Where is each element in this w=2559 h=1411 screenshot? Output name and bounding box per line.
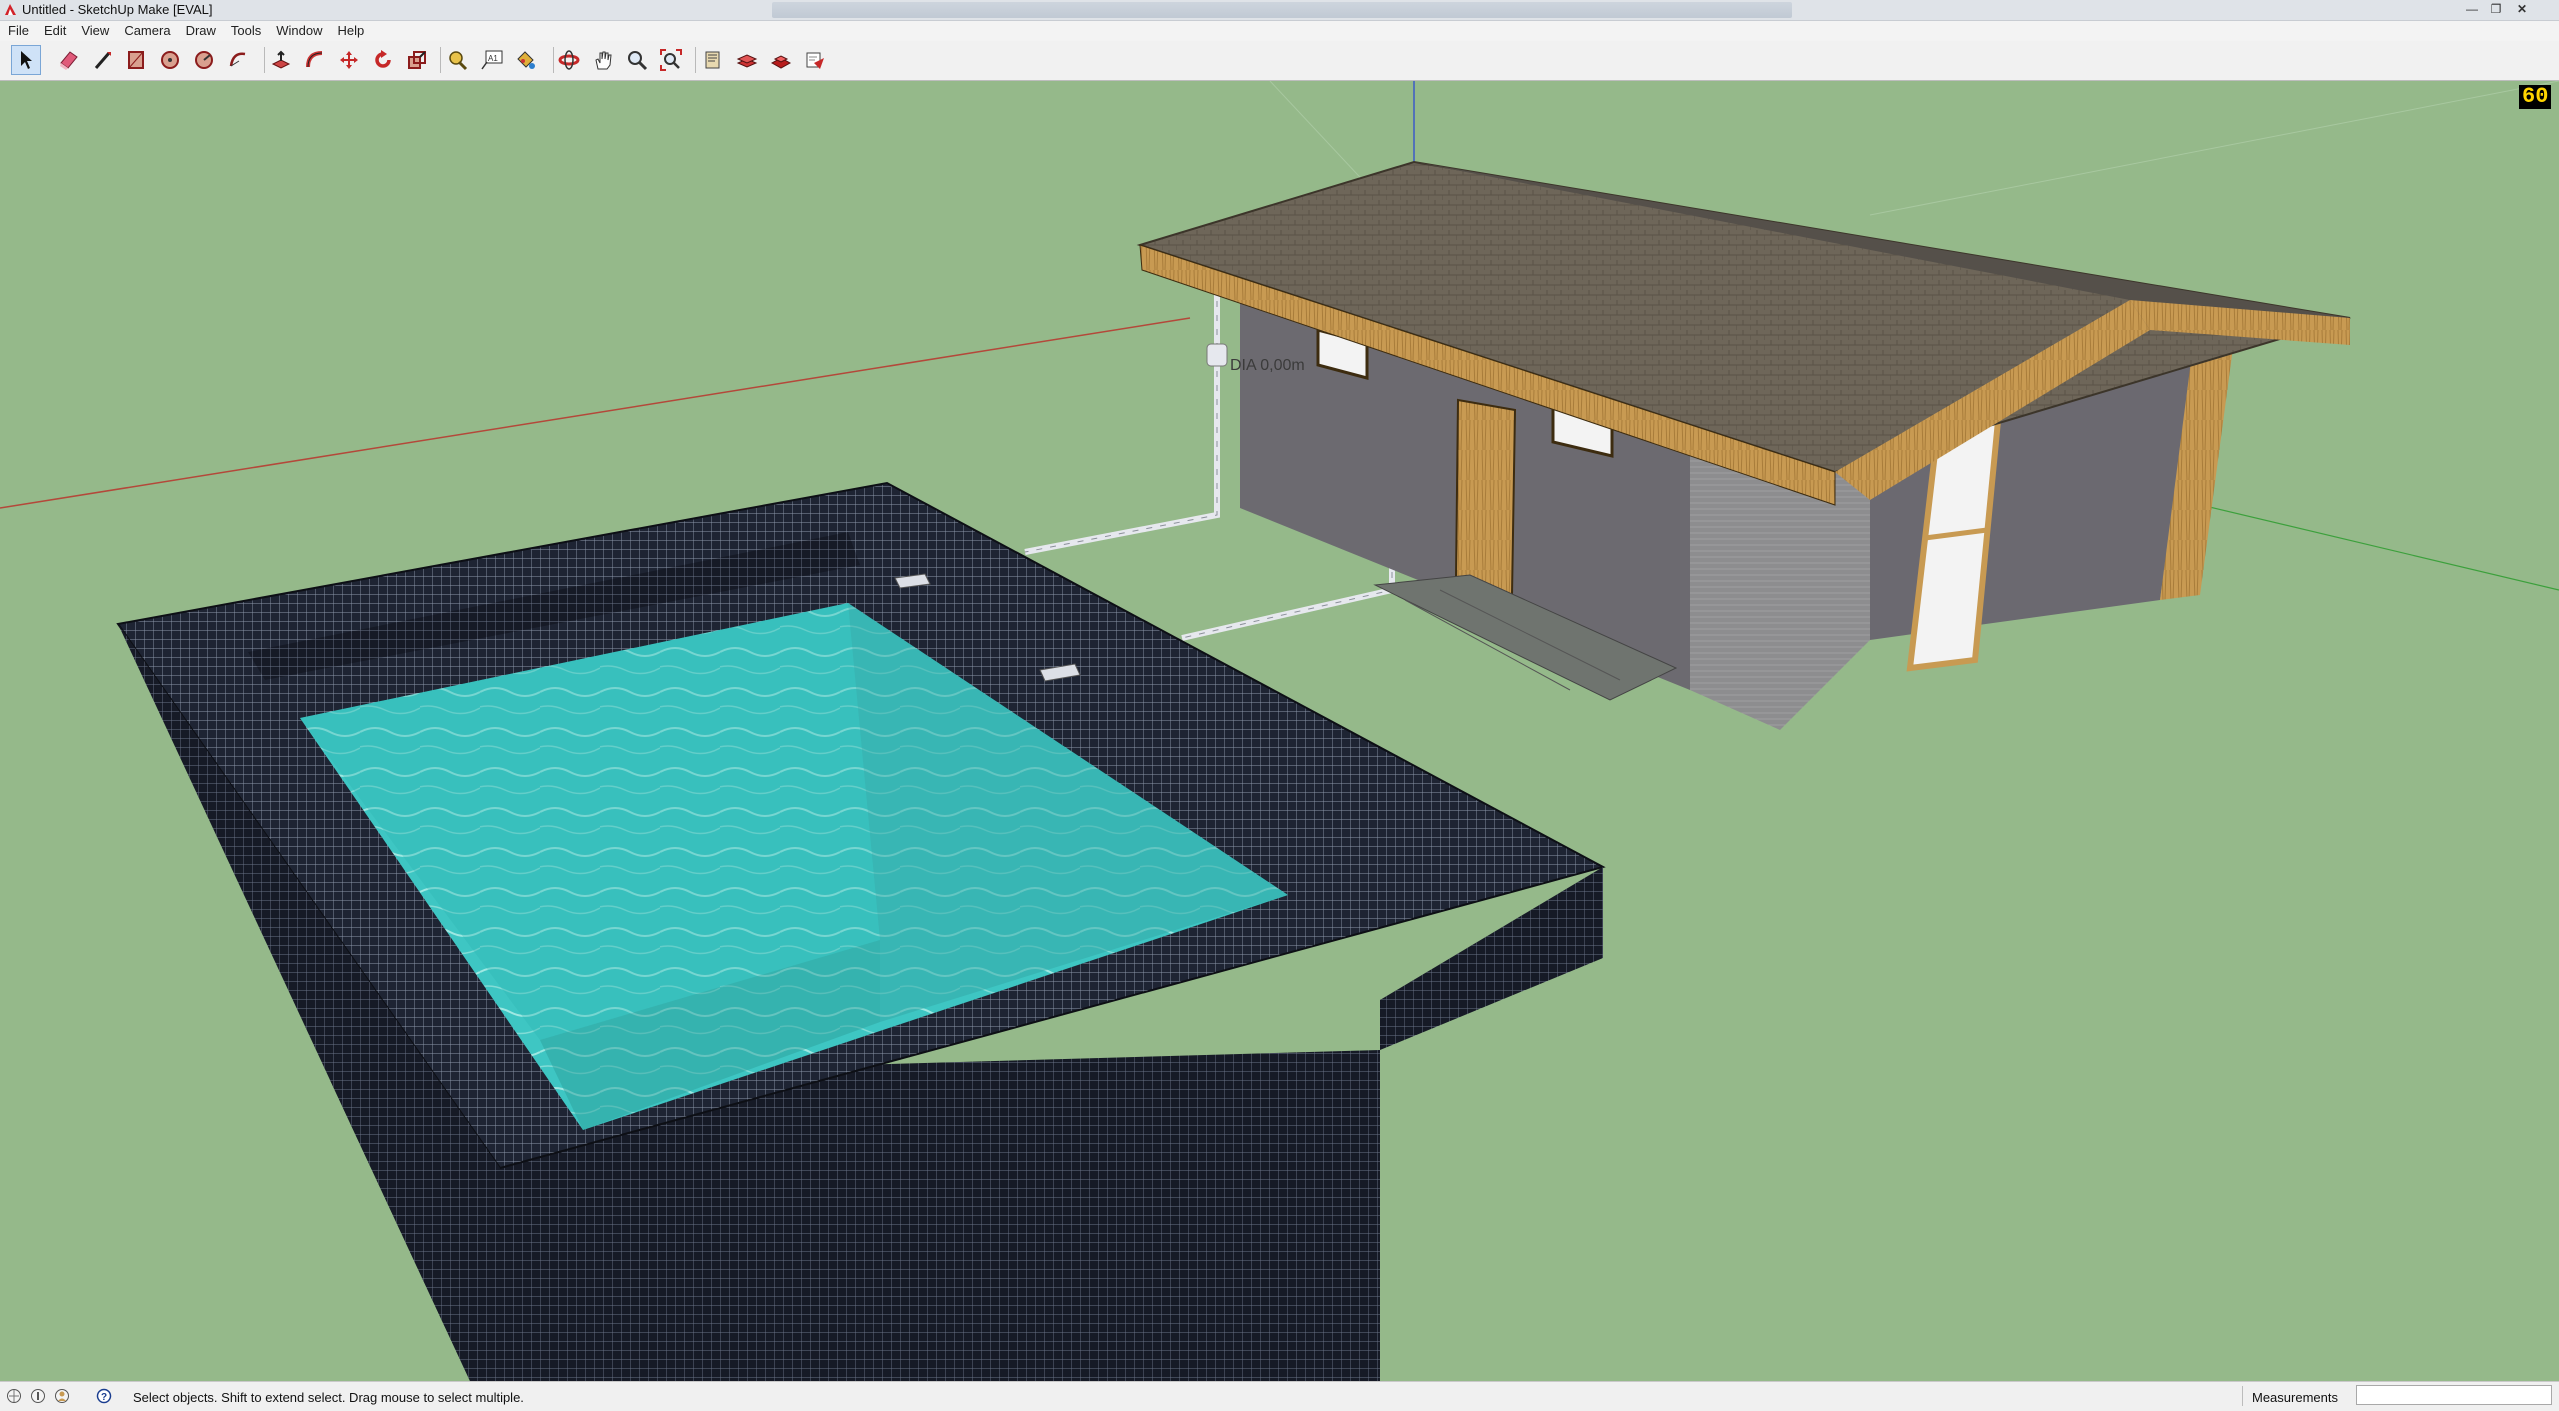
toolbar-separator xyxy=(264,47,265,73)
menu-window[interactable]: Window xyxy=(268,21,329,41)
status-message: Select objects. Shift to extend select. … xyxy=(133,1390,524,1405)
zoom-tool-icon[interactable] xyxy=(622,45,652,75)
status-bar: ? Select objects. Shift to extend select… xyxy=(0,1381,2559,1411)
toolbar-separator xyxy=(695,47,696,73)
getting-started-toolbar: A1 xyxy=(0,41,2559,81)
rotate-tool-icon[interactable] xyxy=(368,45,398,75)
menu-tools[interactable]: Tools xyxy=(223,21,268,41)
toolbar-separator xyxy=(440,47,441,73)
eraser-tool-icon[interactable] xyxy=(54,45,84,75)
line-tool-icon[interactable] xyxy=(88,45,118,75)
geo-location-icon[interactable] xyxy=(6,1388,22,1404)
sketchup-logo-icon xyxy=(5,4,16,15)
svg-text:A1: A1 xyxy=(488,54,498,63)
minimize-icon[interactable]: — xyxy=(2462,2,2482,16)
text-tool-icon[interactable]: A1 xyxy=(477,45,507,75)
select-tool-icon[interactable] xyxy=(11,45,41,75)
measurements-input[interactable] xyxy=(2356,1385,2552,1405)
pan-tool-icon[interactable] xyxy=(588,45,618,75)
circle-tool-icon[interactable] xyxy=(155,45,185,75)
menu-help[interactable]: Help xyxy=(330,21,372,41)
tape-measure-tool-icon[interactable] xyxy=(443,45,473,75)
svg-text:?: ? xyxy=(101,1392,107,1403)
send-to-layout-icon[interactable] xyxy=(800,45,830,75)
zoom-extents-tool-icon[interactable] xyxy=(656,45,686,75)
scene-drawing xyxy=(0,81,2559,1381)
share-model-icon[interactable] xyxy=(766,45,796,75)
follow-me-tool-icon[interactable] xyxy=(300,45,330,75)
rectangle-tool-icon[interactable] xyxy=(121,45,151,75)
paint-bucket-tool-icon[interactable] xyxy=(511,45,541,75)
instructor-help-icon[interactable]: ? xyxy=(96,1388,112,1404)
extension-warehouse-icon[interactable] xyxy=(732,45,762,75)
fps-counter: 60 xyxy=(2519,85,2552,109)
menu-edit[interactable]: Edit xyxy=(36,21,73,41)
credits-icon[interactable] xyxy=(30,1388,46,1404)
menu-draw[interactable]: Draw xyxy=(178,21,223,41)
house xyxy=(1136,160,2351,730)
push-pull-tool-icon[interactable] xyxy=(266,45,296,75)
move-tool-icon[interactable] xyxy=(334,45,364,75)
menu-camera[interactable]: Camera xyxy=(116,21,177,41)
menu-file[interactable]: File xyxy=(0,21,36,41)
close-icon[interactable]: ✕ xyxy=(2512,2,2532,16)
arc-2-tool-icon[interactable] xyxy=(223,45,253,75)
3d-warehouse-icon[interactable] xyxy=(698,45,728,75)
pool xyxy=(116,481,1606,1381)
dimension-label: DIA 0,00m xyxy=(1230,357,1305,374)
measurements-label: Measurements xyxy=(2252,1390,2338,1405)
orbit-tool-icon[interactable] xyxy=(554,45,584,75)
title-bar: Untitled - SketchUp Make [EVAL] — ❐ ✕ xyxy=(0,0,2559,21)
menu-view[interactable]: View xyxy=(73,21,116,41)
background-window-title-ghost xyxy=(772,2,1792,18)
status-divider xyxy=(2242,1386,2243,1406)
user-account-icon[interactable] xyxy=(54,1388,70,1404)
window-title: Untitled - SketchUp Make [EVAL] xyxy=(22,2,213,17)
model-viewport[interactable]: DIA 0,00m xyxy=(0,81,2559,1381)
arc-tool-icon[interactable] xyxy=(189,45,219,75)
menu-bar: File Edit View Camera Draw Tools Window Help xyxy=(0,21,2559,41)
scale-tool-icon[interactable] xyxy=(402,45,432,75)
maximize-icon[interactable]: ❐ xyxy=(2486,2,2506,16)
